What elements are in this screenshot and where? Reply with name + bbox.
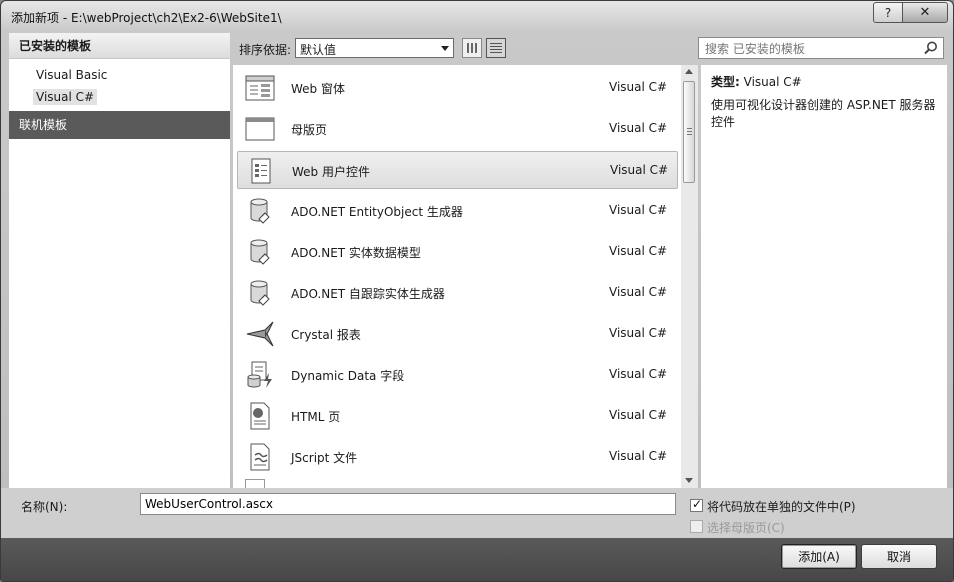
chevron-down-icon — [441, 46, 449, 51]
template-language: Visual C# — [609, 285, 668, 299]
name-field[interactable] — [140, 493, 676, 515]
database-icon — [250, 280, 270, 306]
template-language: Visual C# — [609, 367, 668, 381]
grip-icon — [687, 128, 692, 135]
database-icon — [250, 198, 270, 224]
separate-file-checkbox[interactable] — [690, 497, 703, 512]
template-item[interactable]: HTML 页 Visual C# — [237, 397, 678, 435]
sort-by-dropdown[interactable]: 默认值 — [295, 38, 454, 58]
template-description: 使用可视化设计器创建的 ASP.NET 服务器控件 — [711, 98, 936, 129]
details-view-button[interactable] — [486, 38, 506, 58]
search-icon[interactable] — [923, 40, 939, 56]
template-name: HTML 页 — [291, 410, 341, 424]
crystal-report-icon — [246, 321, 274, 347]
cancel-button[interactable]: 取消 — [861, 544, 937, 569]
name-label: 名称(N): — [21, 500, 68, 514]
title-bar[interactable]: 添加新项 - E:\webProject\ch2\Ex2-6\WebSite1\… — [1, 1, 953, 31]
template-language: Visual C# — [609, 408, 668, 422]
select-master-page-label: 选择母版页(C) — [707, 521, 785, 535]
name-options-area: 名称(N): 将代码放在单独的文件中(P) 选择母版页(C) — [1, 488, 953, 538]
template-item[interactable]: 母版页 Visual C# — [237, 110, 678, 148]
type-value: Visual C# — [743, 75, 802, 89]
masterpage-icon — [245, 117, 275, 141]
scroll-up-icon[interactable] — [685, 69, 693, 74]
close-button[interactable]: ✕ — [902, 2, 948, 23]
template-language: Visual C# — [610, 163, 669, 177]
scrollbar-thumb[interactable] — [683, 81, 695, 183]
dialog-footer: 添加(A) 取消 — [1, 538, 953, 581]
grid-view-icon — [467, 43, 477, 53]
separate-file-label[interactable]: 将代码放在单独的文件中(P) — [707, 498, 856, 515]
select-master-page-checkbox — [690, 520, 703, 533]
template-name: ADO.NET EntityObject 生成器 — [291, 205, 463, 219]
template-name: 母版页 — [291, 123, 328, 137]
next-template-icon-partial — [245, 479, 265, 488]
template-list-scrollbar[interactable] — [681, 65, 698, 488]
template-name: Web 窗体 — [291, 82, 345, 96]
template-search-box[interactable] — [698, 37, 944, 60]
close-icon: ✕ — [919, 5, 931, 20]
template-language: Visual C# — [609, 449, 668, 463]
sort-by-value: 默认值 — [300, 43, 337, 57]
template-language: Visual C# — [609, 121, 668, 135]
template-category-pane: 已安装的模板 Visual Basic Visual C# 联机模板 — [9, 33, 230, 488]
html-page-icon — [250, 402, 270, 430]
template-item-selected[interactable]: Web 用户控件 Visual C# — [237, 151, 678, 189]
online-templates-header[interactable]: 联机模板 — [9, 111, 230, 139]
template-item[interactable]: ADO.NET 自跟踪实体生成器 Visual C# — [237, 274, 678, 312]
dynamic-data-icon — [247, 361, 272, 388]
template-detail-pane: 类型: Visual C# 使用可视化设计器创建的 ASP.NET 服务器控件 — [701, 65, 947, 488]
installed-templates-header[interactable]: 已安装的模板 — [9, 33, 230, 59]
database-icon — [250, 239, 270, 265]
help-button[interactable]: ? — [873, 2, 903, 23]
usercontrol-icon — [251, 158, 271, 184]
sort-by-label: 排序依据: — [239, 43, 292, 57]
webform-icon — [245, 75, 275, 101]
template-name: Web 用户控件 — [292, 165, 370, 179]
template-name: Dynamic Data 字段 — [291, 369, 405, 383]
template-item[interactable]: ADO.NET EntityObject 生成器 Visual C# — [237, 192, 678, 230]
template-item[interactable]: JScript 文件 Visual C# — [237, 438, 678, 476]
search-input[interactable] — [699, 38, 927, 60]
template-item[interactable]: ADO.NET 实体数据模型 Visual C# — [237, 233, 678, 271]
help-icon: ? — [884, 5, 892, 20]
scroll-down-icon[interactable] — [685, 478, 693, 483]
language-item-visual-basic[interactable]: Visual Basic — [36, 68, 107, 82]
small-icons-view-button[interactable] — [462, 38, 482, 58]
add-button[interactable]: 添加(A) — [781, 544, 857, 569]
template-type: 类型: Visual C# — [711, 73, 802, 90]
template-item[interactable]: Crystal 报表 Visual C# — [237, 315, 678, 353]
jscript-file-icon — [250, 443, 270, 471]
list-view-icon — [490, 43, 502, 53]
template-name: Crystal 报表 — [291, 328, 361, 342]
language-item-visual-csharp[interactable]: Visual C# — [33, 89, 98, 105]
template-name: ADO.NET 自跟踪实体生成器 — [291, 287, 445, 301]
template-list: Web 窗体 Visual C# 母版页 Visual C# Web 用户控件 … — [233, 65, 698, 488]
template-name: ADO.NET 实体数据模型 — [291, 246, 421, 260]
window-title: 添加新项 - E:\webProject\ch2\Ex2-6\WebSite1\ — [11, 11, 282, 25]
template-language: Visual C# — [609, 326, 668, 340]
template-language: Visual C# — [609, 80, 668, 94]
template-language: Visual C# — [609, 203, 668, 217]
type-label: 类型: — [711, 75, 740, 89]
template-language: Visual C# — [609, 244, 668, 258]
template-item[interactable]: Dynamic Data 字段 Visual C# — [237, 356, 678, 394]
template-item[interactable]: Web 窗体 Visual C# — [237, 69, 678, 107]
add-new-item-dialog: 添加新项 - E:\webProject\ch2\Ex2-6\WebSite1\… — [0, 0, 954, 582]
template-name: JScript 文件 — [291, 451, 358, 465]
